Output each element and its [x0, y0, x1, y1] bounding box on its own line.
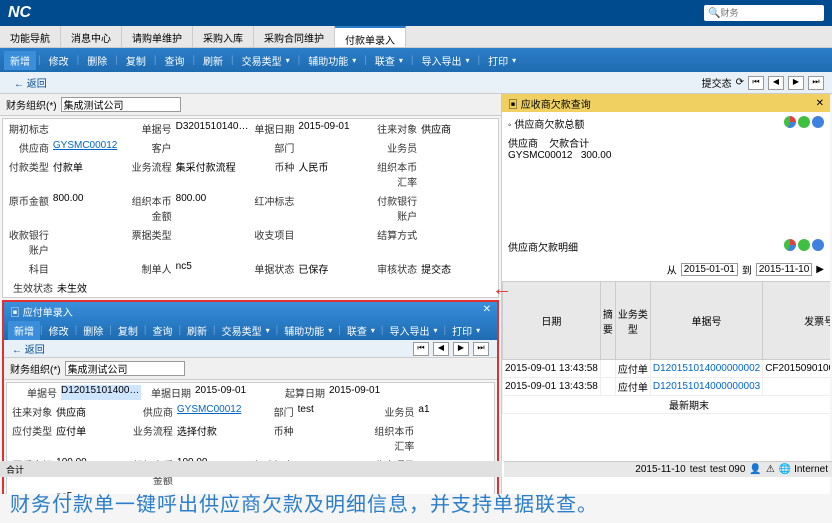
- footer-tab[interactable]: 合计: [0, 461, 502, 477]
- tab-2[interactable]: 请购单维护: [122, 26, 193, 47]
- inner-nav-first[interactable]: ⏮: [413, 342, 429, 356]
- toolbar-btn-打印[interactable]: 打印: [446, 321, 486, 340]
- payable-form: 单据号D120151014000000002单据日期2015-09-01起算日期…: [6, 382, 495, 494]
- tab-3[interactable]: 采购入库: [193, 26, 254, 47]
- inner-org-label: 财务组织(*): [10, 361, 61, 376]
- pie-icon-2[interactable]: [784, 239, 796, 251]
- toolbar-btn-修改[interactable]: 修改: [43, 51, 75, 70]
- bill-link[interactable]: D120151014000000003: [653, 381, 760, 392]
- org-input[interactable]: [61, 97, 181, 112]
- user-icon: 👤: [749, 464, 761, 475]
- inner-back[interactable]: ← 返回: [12, 341, 45, 356]
- table-row[interactable]: 2015-09-01 13:43:58应付单D12015101400000000…: [503, 360, 831, 378]
- inner-nav-next[interactable]: ▶: [453, 342, 469, 356]
- date-to[interactable]: 2015-11-10: [756, 263, 812, 276]
- toolbar-btn-新增[interactable]: 新增: [8, 321, 40, 340]
- payable-toolbar: 新增|修改|删除|复制|查询|刷新|交易类型|辅助功能|联查|导入导出|打印: [4, 320, 497, 340]
- logo: NC: [8, 4, 31, 22]
- query-title: 应收商欠款查询: [521, 100, 591, 111]
- toolbar-btn-打印[interactable]: 打印: [482, 51, 522, 70]
- date-range: 从 2015-01-01 到 2015-11-10 ▶: [502, 258, 830, 281]
- refresh-icon-2[interactable]: [812, 116, 824, 128]
- tab-5[interactable]: 付款单录入: [335, 26, 406, 47]
- payment-form: 期初标志单据号D320151014000000001单据日期2015-09-01…: [2, 118, 499, 298]
- toolbar-btn-刷新[interactable]: 刷新: [181, 321, 213, 340]
- back-button[interactable]: ← 返回: [8, 73, 53, 92]
- payable-header: ▣ 应付单录入 ✕: [4, 302, 497, 320]
- status-bar: 2015-11-10testtest 090 👤 ⚠ 🌐 Internet: [504, 461, 832, 477]
- main-tabs: 功能导航消息中心请购单维护采购入库采购合同维护付款单录入: [0, 26, 832, 48]
- tab-0[interactable]: 功能导航: [0, 26, 61, 47]
- left-pane: 财务组织(*) 期初标志单据号D320151014000000001单据日期20…: [0, 94, 502, 494]
- toolbar-btn-复制[interactable]: 复制: [120, 51, 152, 70]
- record-nav: ⏮ ◀ ▶ ⏭: [748, 76, 824, 90]
- nav-next[interactable]: ▶: [788, 76, 804, 90]
- payable-title: ▣ 应付单录入: [10, 304, 73, 318]
- inner-nav-last[interactable]: ⏭: [473, 342, 489, 356]
- toolbar-btn-修改[interactable]: 修改: [43, 321, 75, 340]
- link-GYSMC00012[interactable]: GYSMC00012: [177, 404, 241, 415]
- toolbar-btn-删除[interactable]: 删除: [81, 51, 113, 70]
- owed-grid: 日期摘要业务类型单据号发票号本期借方 本期贷方 期末余额2015-09-01 1…: [502, 281, 830, 414]
- toolbar-btn-删除[interactable]: 删除: [77, 321, 109, 340]
- right-pane: ▣ 应收商欠款查询 ✕ ◦ 供应商欠款总额 供应商 欠款合计 GYSMC0001…: [502, 94, 830, 494]
- toolbar-btn-交易类型[interactable]: 交易类型: [236, 51, 296, 70]
- warning-icon: ⚠: [766, 464, 775, 475]
- nav-first[interactable]: ⏮: [748, 76, 764, 90]
- bill-link[interactable]: D120151014000000002: [653, 363, 760, 374]
- search-icon: 🔍: [708, 8, 720, 19]
- close-icon[interactable]: ✕: [483, 304, 491, 318]
- settings-icon[interactable]: [798, 116, 810, 128]
- table-row[interactable]: 2015-09-01 13:43:58应付单D12015101400000000…: [503, 378, 831, 396]
- toolbar-btn-新增[interactable]: 新增: [4, 51, 36, 70]
- refresh-icon[interactable]: ⟳: [736, 77, 744, 88]
- toolbar-btn-辅助功能[interactable]: 辅助功能: [302, 51, 362, 70]
- toolbar-btn-辅助功能[interactable]: 辅助功能: [278, 321, 338, 340]
- nav-prev[interactable]: ◀: [768, 76, 784, 90]
- org-row: 财务组织(*): [0, 94, 501, 116]
- toolbar-btn-刷新[interactable]: 刷新: [197, 51, 229, 70]
- nav-last[interactable]: ⏭: [808, 76, 824, 90]
- owed-detail: 供应商欠款明细: [502, 235, 830, 258]
- sub-bar: ← 返回 提交态 ⟳ ⏮ ◀ ▶ ⏭: [0, 72, 832, 94]
- refresh-icon-3[interactable]: [812, 239, 824, 251]
- main-toolbar: 新增|修改|删除|复制|查询|刷新|交易类型|辅助功能|联查|导入导出|打印: [0, 48, 832, 72]
- toolbar-btn-联查[interactable]: 联查: [369, 51, 409, 70]
- tab-4[interactable]: 采购合同维护: [254, 26, 335, 47]
- toolbar-btn-交易类型[interactable]: 交易类型: [216, 321, 276, 340]
- annotation-arrow: ←: [492, 278, 512, 301]
- toolbar-btn-查询[interactable]: 查询: [158, 51, 190, 70]
- app-header: NC 🔍: [0, 0, 832, 26]
- toolbar-btn-导入导出[interactable]: 导入导出: [416, 51, 476, 70]
- link-GYSMC00012[interactable]: GYSMC00012: [53, 140, 117, 151]
- date-from[interactable]: 2015-01-01: [681, 263, 738, 276]
- settings-icon-2[interactable]: [798, 239, 810, 251]
- toolbar-btn-查询[interactable]: 查询: [146, 321, 178, 340]
- pie-icon[interactable]: [784, 116, 796, 128]
- query-header: ▣ 应收商欠款查询 ✕: [502, 94, 830, 112]
- global-search[interactable]: 🔍: [704, 5, 824, 21]
- org-label: 财务组织(*): [6, 97, 57, 112]
- caption: 财务付款单一键呼出供应商欠款及明细信息，并支持单据联查。: [10, 488, 598, 517]
- query-close-icon[interactable]: ✕: [816, 98, 824, 109]
- inner-org-input[interactable]: [65, 361, 185, 376]
- date-go-icon[interactable]: ▶: [816, 264, 824, 275]
- toolbar-btn-复制[interactable]: 复制: [112, 321, 144, 340]
- submit-status: 提交态: [702, 75, 732, 90]
- search-input[interactable]: [720, 8, 820, 18]
- toolbar-btn-导入导出[interactable]: 导入导出: [384, 321, 444, 340]
- inner-nav-prev[interactable]: ◀: [433, 342, 449, 356]
- toolbar-btn-联查[interactable]: 联查: [341, 321, 381, 340]
- tab-1[interactable]: 消息中心: [61, 26, 122, 47]
- owed-summary: ◦ 供应商欠款总额 供应商 欠款合计 GYSMC00012 300.00: [502, 112, 830, 165]
